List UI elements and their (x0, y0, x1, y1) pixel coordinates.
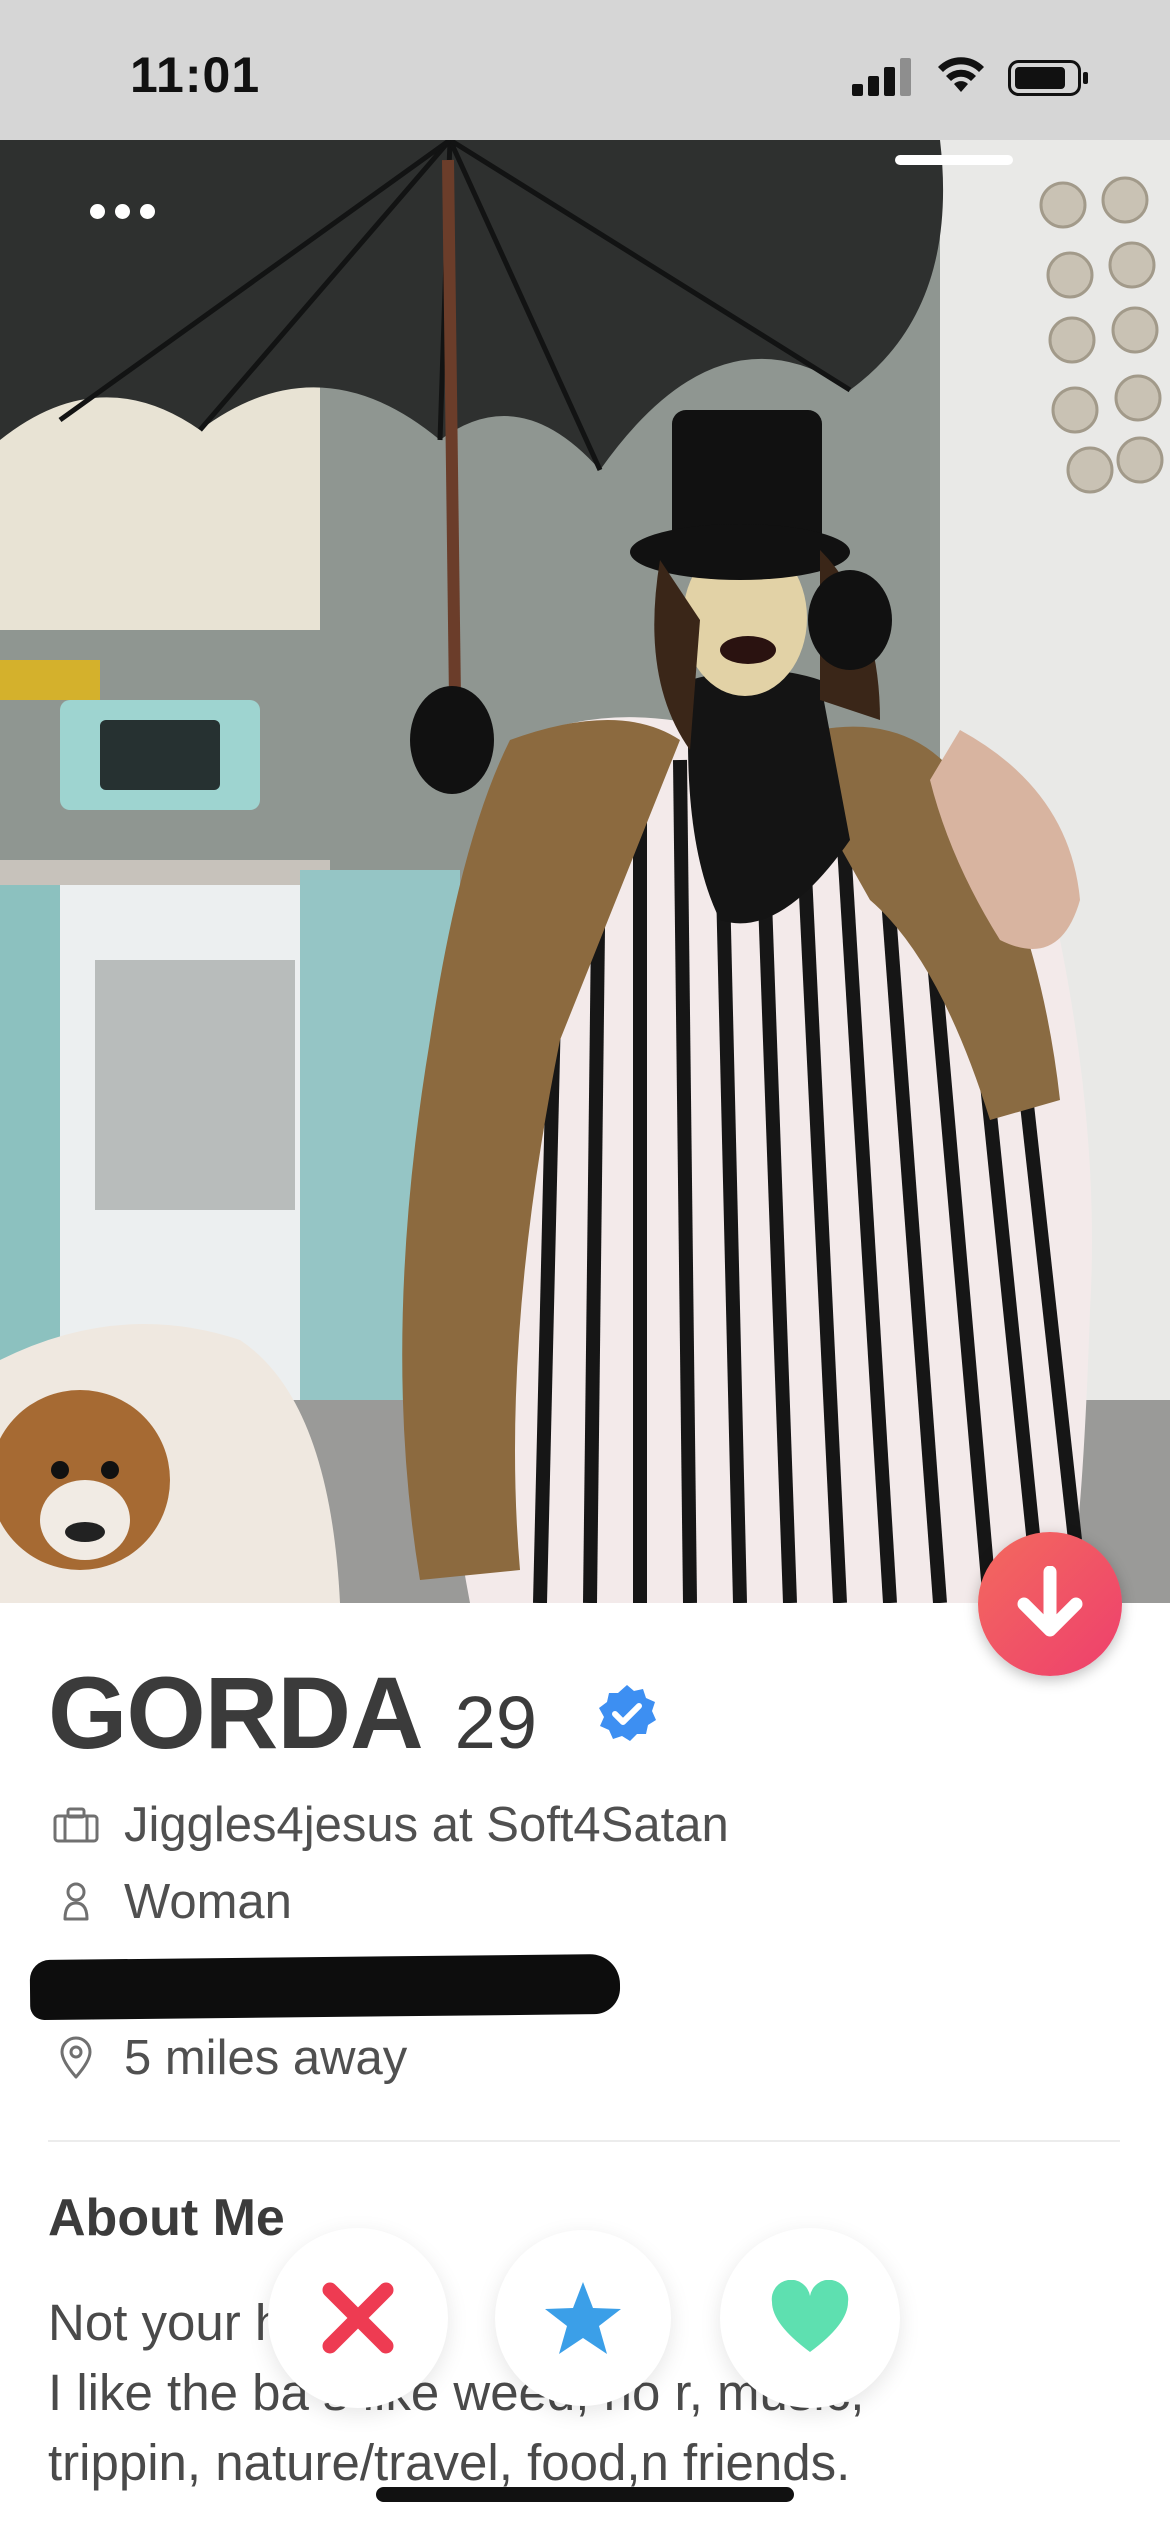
photo-progress-indicator (895, 155, 1013, 165)
distance-text: 5 miles away (124, 2031, 408, 2085)
profile-age: 29 (454, 1681, 537, 1764)
heart-icon (771, 2280, 849, 2352)
profile-name: GORDA (48, 1656, 424, 1770)
job-row: Jiggles4jesus at Soft4Satan (52, 1795, 729, 1855)
battery-icon (1008, 60, 1088, 96)
home-indicator (376, 2487, 794, 2502)
arrow-down-icon (1017, 1566, 1083, 1637)
job-text: Jiggles4jesus at Soft4Satan (124, 1798, 729, 1852)
location-pin-icon (52, 2034, 100, 2082)
person-icon (52, 1878, 100, 1926)
profile-photo-illustration (0, 140, 1170, 1603)
briefcase-icon (52, 1801, 100, 1849)
super-like-button[interactable] (495, 2230, 671, 2406)
redacted-text (29, 1953, 621, 2021)
verified-badge-icon[interactable] (596, 1683, 658, 1745)
section-divider (48, 2140, 1120, 2142)
distance-row: 5 miles away (52, 2028, 407, 2088)
profile-photo[interactable] (0, 140, 1170, 1603)
profile-name-row: GORDA 29 (48, 1655, 537, 1770)
gender-text: Woman (124, 1875, 292, 1929)
star-icon (545, 2282, 621, 2354)
status-bar: 11:01 (0, 0, 1170, 140)
cellular-signal-icon (852, 58, 914, 96)
about-me-heading: About Me (48, 2189, 285, 2247)
close-icon (322, 2282, 394, 2354)
like-button[interactable] (720, 2228, 900, 2408)
bio-line-3: trippin, nature/travel, food,n friends. (48, 2434, 851, 2491)
collapse-profile-button[interactable] (978, 1532, 1122, 1676)
status-time: 11:01 (130, 47, 261, 103)
more-horizontal-icon[interactable] (90, 204, 160, 228)
gender-row: Woman (52, 1872, 292, 1932)
nope-button[interactable] (268, 2228, 448, 2408)
wifi-icon (938, 57, 984, 92)
